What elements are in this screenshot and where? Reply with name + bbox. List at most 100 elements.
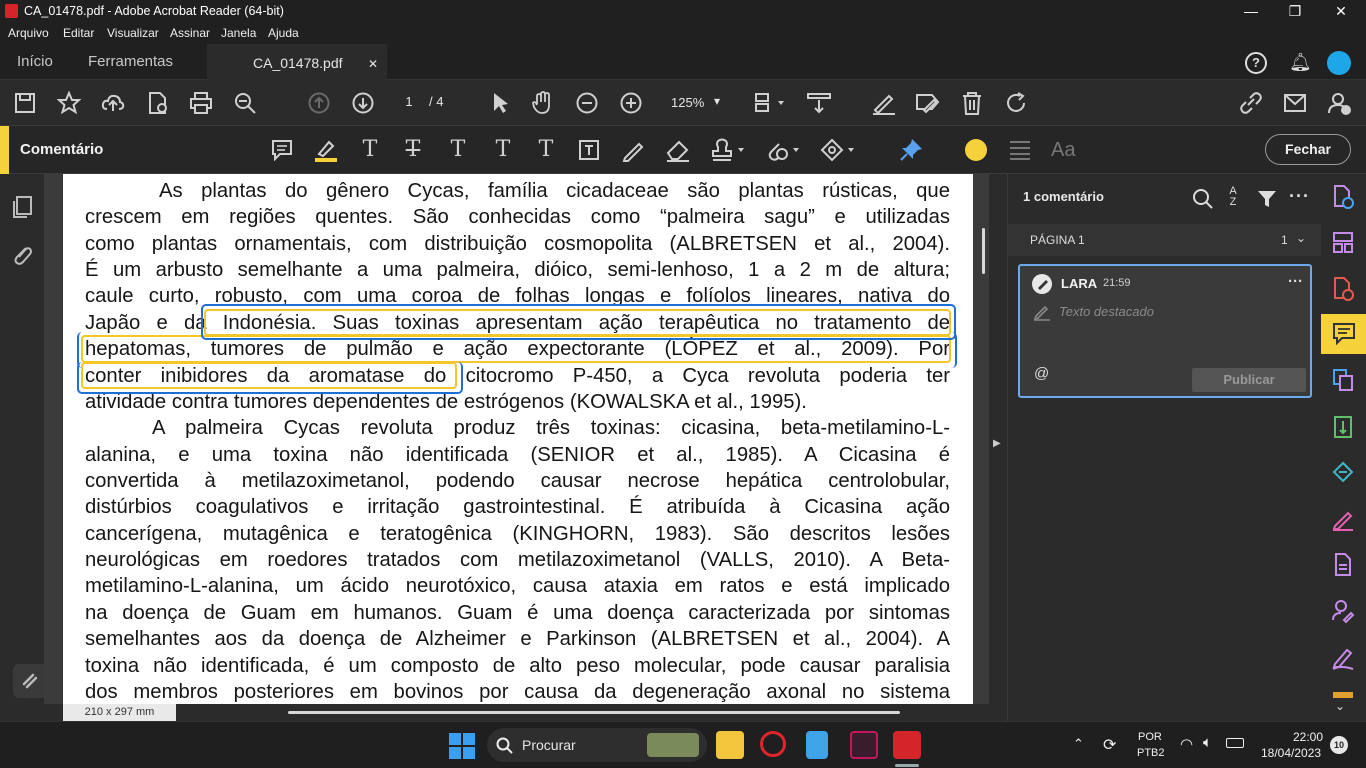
color-picker[interactable]: [965, 139, 987, 161]
opera-browser-icon[interactable]: [760, 731, 786, 757]
tab-document[interactable]: CA_01478.pdf ✕: [207, 44, 387, 81]
menu-arquivo[interactable]: Arquivo: [8, 26, 49, 40]
next-page-icon[interactable]: [352, 92, 374, 114]
search-zoom-icon[interactable]: [233, 91, 259, 115]
attachments-icon[interactable]: [11, 242, 33, 266]
export-pdf-icon[interactable]: [146, 91, 170, 115]
search-icon[interactable]: [1192, 188, 1214, 210]
language-code[interactable]: POR: [1138, 731, 1162, 743]
sticky-note-icon[interactable]: [271, 139, 293, 161]
chevron-down-icon[interactable]: ⌄: [1335, 699, 1345, 713]
page-thumbnails-icon[interactable]: [11, 195, 33, 219]
menu-janela[interactable]: Janela: [221, 26, 256, 40]
organize-pages-icon[interactable]: [1331, 230, 1355, 256]
rotate-icon[interactable]: [1004, 91, 1028, 115]
comment-card[interactable]: LARA 21:59 ··· Texto destacado @ Publica…: [1018, 264, 1312, 398]
sort-icon[interactable]: AZ: [1227, 186, 1239, 208]
expand-right-icon[interactable]: ▶: [993, 438, 1001, 449]
page-number-input[interactable]: 1: [395, 94, 423, 109]
mention-button[interactable]: @: [1034, 365, 1049, 382]
compress-icon[interactable]: [1331, 414, 1355, 440]
account-avatar[interactable]: [1327, 51, 1351, 75]
pin-icon[interactable]: [898, 137, 924, 163]
help-icon[interactable]: ?: [1245, 52, 1267, 74]
chevron-up-icon[interactable]: ⌃: [1073, 736, 1084, 752]
combine-files-icon[interactable]: [1331, 367, 1355, 393]
fit-page-icon[interactable]: [806, 90, 832, 116]
replace-text-icon[interactable]: T: [444, 138, 472, 162]
zoom-select[interactable]: 125% ▾: [663, 92, 731, 114]
more-tools-icon[interactable]: [1333, 692, 1353, 698]
battery-icon[interactable]: [1226, 738, 1244, 748]
vertical-scrollbar[interactable]: [982, 228, 985, 274]
fill-sign-pen-icon[interactable]: [1331, 644, 1355, 670]
text-box-icon[interactable]: [578, 139, 600, 161]
tab-tools[interactable]: Ferramentas: [88, 44, 173, 80]
select-arrow-icon[interactable]: [489, 91, 511, 115]
qlikview-icon[interactable]: [850, 731, 878, 759]
filter-icon[interactable]: [1257, 189, 1277, 209]
pencil-icon[interactable]: [621, 138, 645, 162]
insert-text-icon[interactable]: T: [489, 138, 517, 162]
star-icon[interactable]: [57, 91, 81, 115]
menu-ajuda[interactable]: Ajuda: [268, 26, 299, 40]
page-group-header[interactable]: PÁGINA 1 1 ⌄: [1008, 224, 1322, 256]
volume-icon[interactable]: 🔈︎: [1203, 734, 1212, 751]
create-pdf-icon[interactable]: [1331, 184, 1355, 210]
edit-pdf-icon[interactable]: [914, 90, 942, 116]
menu-visualizar[interactable]: Visualizar: [107, 26, 159, 40]
clock-time[interactable]: 22:00: [1293, 730, 1323, 744]
attach-file-icon[interactable]: [765, 137, 801, 163]
line-weight-icon[interactable]: [1008, 139, 1032, 161]
bell-icon[interactable]: 🔔︎: [1289, 52, 1312, 72]
taskbar-search-box[interactable]: Procurar: [487, 728, 707, 762]
eraser-icon[interactable]: [665, 138, 691, 162]
edit-pen-icon[interactable]: [1331, 506, 1355, 532]
fill-sign-icon[interactable]: [871, 90, 897, 116]
comment-tool-active[interactable]: [1321, 314, 1366, 354]
email-icon[interactable]: [1283, 92, 1307, 114]
sync-icon[interactable]: ⟳: [1103, 735, 1116, 755]
share-user-icon[interactable]: [1327, 91, 1353, 115]
scroll-mode-icon[interactable]: [752, 91, 786, 115]
comment-more-icon[interactable]: ···: [1288, 273, 1303, 290]
previous-page-icon[interactable]: [308, 92, 330, 114]
close-comment-button[interactable]: Fechar: [1265, 134, 1351, 165]
add-text-icon[interactable]: T: [532, 138, 560, 162]
minimize-button[interactable]: —: [1228, 0, 1274, 22]
close-window-button[interactable]: ✕: [1318, 0, 1364, 22]
request-signature-icon[interactable]: [1331, 598, 1355, 624]
maximize-button[interactable]: ❐: [1272, 0, 1318, 22]
wifi-icon[interactable]: ◠: [1180, 735, 1193, 753]
pdf-page[interactable]: As plantas do gênero Cycas, família cica…: [63, 174, 973, 704]
document-viewport[interactable]: As plantas do gênero Cycas, família cica…: [44, 174, 989, 704]
acrobat-taskbar-icon[interactable]: [893, 731, 921, 759]
tab-close-icon[interactable]: ✕: [368, 57, 378, 71]
link-icon[interactable]: [1238, 91, 1264, 115]
menu-editar[interactable]: Editar: [63, 26, 94, 40]
clock-date[interactable]: 18/04/2023: [1261, 746, 1321, 760]
zoom-out-icon[interactable]: [576, 92, 598, 114]
tab-home[interactable]: Início: [17, 44, 53, 80]
underline-text-icon[interactable]: T: [356, 138, 384, 162]
file-explorer-icon[interactable]: [716, 731, 744, 759]
menu-assinar[interactable]: Assinar: [170, 26, 210, 40]
delete-icon[interactable]: [960, 90, 984, 116]
upload-cloud-icon[interactable]: [101, 91, 125, 115]
shapes-icon[interactable]: [820, 137, 856, 163]
keyboard-layout[interactable]: PTB2: [1137, 747, 1165, 759]
hand-tool-icon[interactable]: [530, 90, 556, 116]
comment-reply-input[interactable]: Texto destacado: [1059, 304, 1154, 319]
save-icon[interactable]: [14, 92, 36, 114]
font-style-button[interactable]: Aa: [1051, 139, 1075, 162]
notification-badge[interactable]: 10: [1330, 736, 1348, 754]
selection-outline[interactable]: [77, 362, 463, 394]
highlight-text-icon[interactable]: [313, 137, 339, 163]
scan-ocr-icon[interactable]: [1331, 460, 1355, 486]
ai-assistant-button[interactable]: [13, 664, 47, 698]
windows-start-icon[interactable]: [449, 733, 475, 759]
zoom-in-icon[interactable]: [620, 92, 642, 114]
notepad-icon[interactable]: [806, 731, 828, 759]
stamp-icon[interactable]: [710, 137, 746, 163]
horizontal-scrollbar[interactable]: [288, 711, 900, 714]
